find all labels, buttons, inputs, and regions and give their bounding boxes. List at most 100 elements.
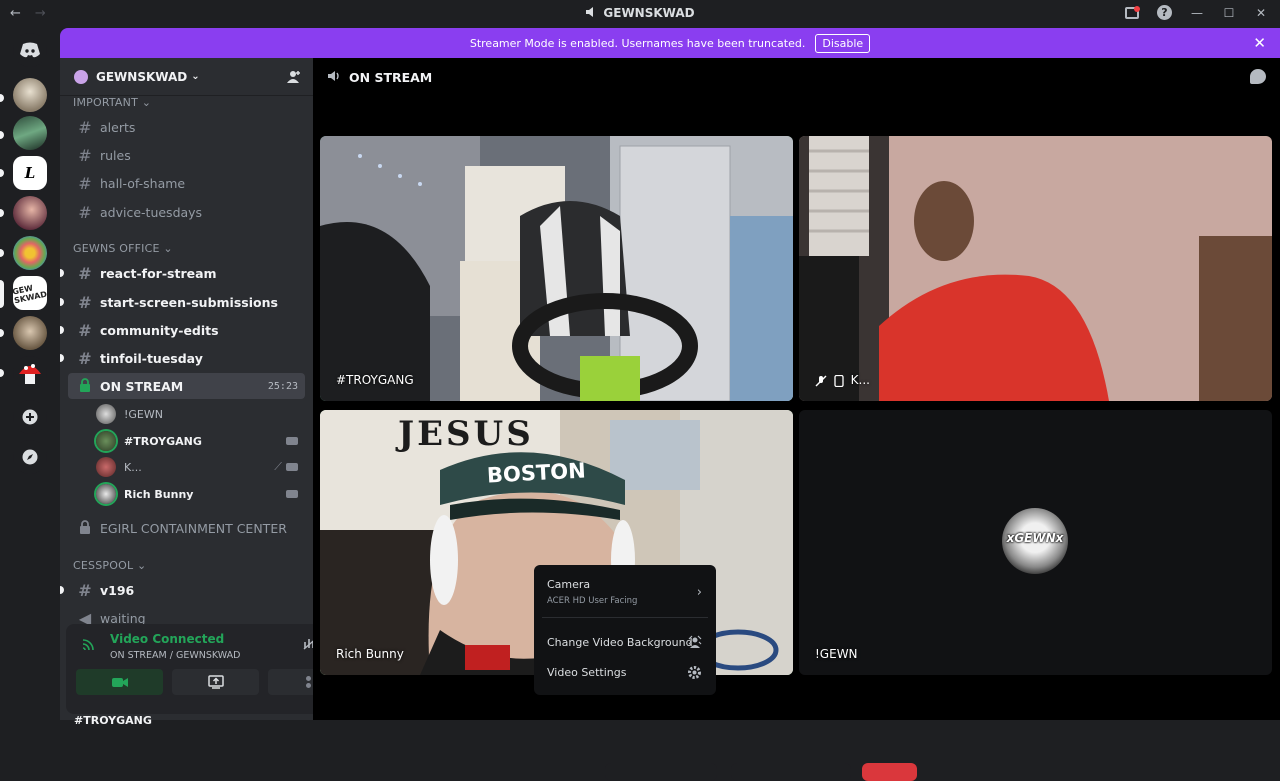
speaker-icon bbox=[327, 70, 341, 85]
server-icon[interactable] bbox=[13, 316, 47, 350]
server-icon[interactable]: L bbox=[13, 156, 47, 190]
unread-pip bbox=[60, 354, 64, 362]
explore-icon[interactable] bbox=[13, 440, 47, 474]
avatar: xGEWNx bbox=[1002, 508, 1068, 574]
category-label: CESSPOOL bbox=[73, 559, 134, 572]
server-header[interactable]: GEWNSKWAD ⌄ bbox=[60, 58, 313, 96]
hash-icon: # bbox=[78, 348, 92, 368]
locked-voice-icon bbox=[76, 377, 94, 396]
hash-icon: # bbox=[78, 117, 92, 137]
channel-hall-of-shame[interactable]: # hall-of-shame bbox=[68, 170, 305, 196]
video-tile-gewn[interactable]: xGEWNx !GEWN bbox=[799, 410, 1272, 675]
channel-label: community-edits bbox=[100, 322, 219, 338]
category-cesspool[interactable]: CESSPOOL ⌄ bbox=[73, 559, 146, 572]
server-icon[interactable] bbox=[13, 78, 47, 112]
unread-pill bbox=[0, 209, 4, 217]
channel-react-for-stream[interactable]: # react-for-stream bbox=[60, 260, 305, 286]
server-name: GEWNSKWAD bbox=[96, 69, 188, 84]
camera-menu-item[interactable]: Camera bbox=[547, 578, 590, 591]
invite-people-icon[interactable] bbox=[287, 70, 301, 88]
server-icon[interactable] bbox=[13, 196, 47, 230]
channel-tinfoil-tuesday[interactable]: # tinfoil-tuesday bbox=[60, 345, 305, 371]
video-settings-item[interactable]: Video Settings bbox=[547, 666, 626, 679]
video-tile-k[interactable]: K... bbox=[799, 136, 1272, 401]
inbox-icon[interactable] bbox=[1125, 5, 1140, 19]
unread-pill bbox=[0, 169, 4, 177]
unread-pip bbox=[60, 586, 64, 594]
discord-home-icon[interactable] bbox=[13, 33, 47, 67]
window-title: GEWNSKWAD bbox=[0, 6, 1280, 20]
minimize-button[interactable]: — bbox=[1190, 6, 1204, 20]
video-camera-icon bbox=[286, 463, 298, 471]
camera-toggle-button[interactable] bbox=[76, 669, 163, 695]
channel-label: alerts bbox=[100, 119, 136, 135]
server-list: L GEW SKWAD bbox=[0, 28, 60, 720]
voice-location[interactable]: ON STREAM / GEWNSKWAD bbox=[110, 650, 240, 661]
server-icon[interactable] bbox=[13, 356, 47, 390]
hash-icon: # bbox=[78, 145, 92, 165]
lock-icon bbox=[76, 519, 94, 538]
hash-icon: # bbox=[78, 202, 92, 222]
channel-label: v196 bbox=[100, 582, 135, 598]
window-title-text: GEWNSKWAD bbox=[603, 6, 695, 20]
chevron-down-icon: ⌄ bbox=[191, 71, 200, 82]
tile-name-label: Rich Bunny bbox=[336, 647, 404, 661]
help-icon[interactable]: ? bbox=[1157, 5, 1172, 20]
voice-status[interactable]: Video Connected bbox=[110, 632, 224, 646]
server-icon[interactable] bbox=[13, 116, 47, 150]
category-important[interactable]: IMPORTANT ⌄ bbox=[73, 96, 151, 109]
voice-user-name: #TROYGANG bbox=[124, 434, 202, 448]
unread-pill bbox=[0, 369, 4, 377]
voice-user[interactable]: Rich Bunny bbox=[96, 482, 304, 506]
voice-channel-egirl-containment[interactable]: EGIRL CONTAINMENT CENTER bbox=[68, 515, 305, 541]
avatar bbox=[96, 431, 116, 451]
phone-icon bbox=[834, 374, 844, 387]
channel-label: hall-of-shame bbox=[100, 175, 186, 191]
menu-divider bbox=[542, 617, 708, 618]
voice-user[interactable]: #TROYGANG bbox=[96, 429, 304, 453]
voice-user-name: K... bbox=[124, 460, 142, 474]
unread-pill bbox=[0, 329, 4, 337]
channel-sidebar: GEWNSKWAD ⌄ IMPORTANT ⌄ # alerts # rules #… bbox=[60, 58, 365, 727]
chat-icon[interactable] bbox=[1250, 69, 1266, 84]
channel-label: react-for-stream bbox=[100, 265, 217, 281]
add-server-icon[interactable] bbox=[13, 400, 47, 434]
call-controls-video[interactable] bbox=[731, 763, 851, 781]
leave-call-button[interactable] bbox=[862, 763, 917, 781]
channel-v196[interactable]: # v196 bbox=[60, 577, 305, 603]
channel-advice-tuesdays[interactable]: # advice-tuesdays bbox=[68, 199, 305, 225]
channel-start-screen-submissions[interactable]: # start-screen-submissions bbox=[60, 289, 305, 315]
voice-user[interactable]: !GEWN bbox=[96, 402, 304, 426]
connection-signal-icon[interactable] bbox=[82, 637, 96, 655]
maximize-button[interactable]: ☐ bbox=[1222, 6, 1236, 20]
channel-community-edits[interactable]: # community-edits bbox=[60, 317, 305, 343]
video-tile-troygang[interactable]: #TROYGANG bbox=[320, 136, 793, 401]
channel-label: rules bbox=[100, 147, 131, 163]
channel-rules[interactable]: # rules bbox=[68, 142, 305, 168]
hash-icon: # bbox=[78, 580, 92, 600]
voice-channel-on-stream[interactable]: ON STREAM 25:23 bbox=[68, 373, 305, 399]
voice-user[interactable]: K... ⟋ bbox=[96, 455, 304, 479]
call-controls-voice[interactable] bbox=[605, 763, 717, 781]
speaker-icon bbox=[585, 6, 597, 20]
streamer-mode-banner: Streamer Mode is enabled. Usernames have… bbox=[60, 28, 1280, 58]
close-button[interactable]: ✕ bbox=[1254, 6, 1268, 20]
video-camera-icon bbox=[111, 677, 128, 687]
current-user-name[interactable]: #TROYGANG bbox=[74, 714, 152, 727]
avatar bbox=[96, 457, 116, 477]
change-video-background-item[interactable]: Change Video Background bbox=[547, 636, 693, 649]
disable-streamer-mode-button[interactable]: Disable bbox=[815, 33, 871, 53]
video-camera-icon bbox=[286, 437, 298, 445]
channel-alerts[interactable]: # alerts bbox=[68, 114, 305, 140]
hash-icon: # bbox=[78, 320, 92, 340]
unread-pill bbox=[0, 94, 4, 102]
avatar bbox=[96, 484, 116, 504]
muted-mic-icon bbox=[815, 375, 827, 386]
category-gewns-office[interactable]: GEWNS OFFICE ⌄ bbox=[73, 242, 173, 255]
close-banner-icon[interactable]: ✕ bbox=[1253, 34, 1266, 52]
share-screen-button[interactable] bbox=[172, 669, 259, 695]
server-icon[interactable] bbox=[13, 236, 47, 270]
unread-pill bbox=[0, 249, 4, 257]
server-icon[interactable]: GEW SKWAD bbox=[13, 276, 47, 310]
unread-pip bbox=[60, 298, 64, 306]
